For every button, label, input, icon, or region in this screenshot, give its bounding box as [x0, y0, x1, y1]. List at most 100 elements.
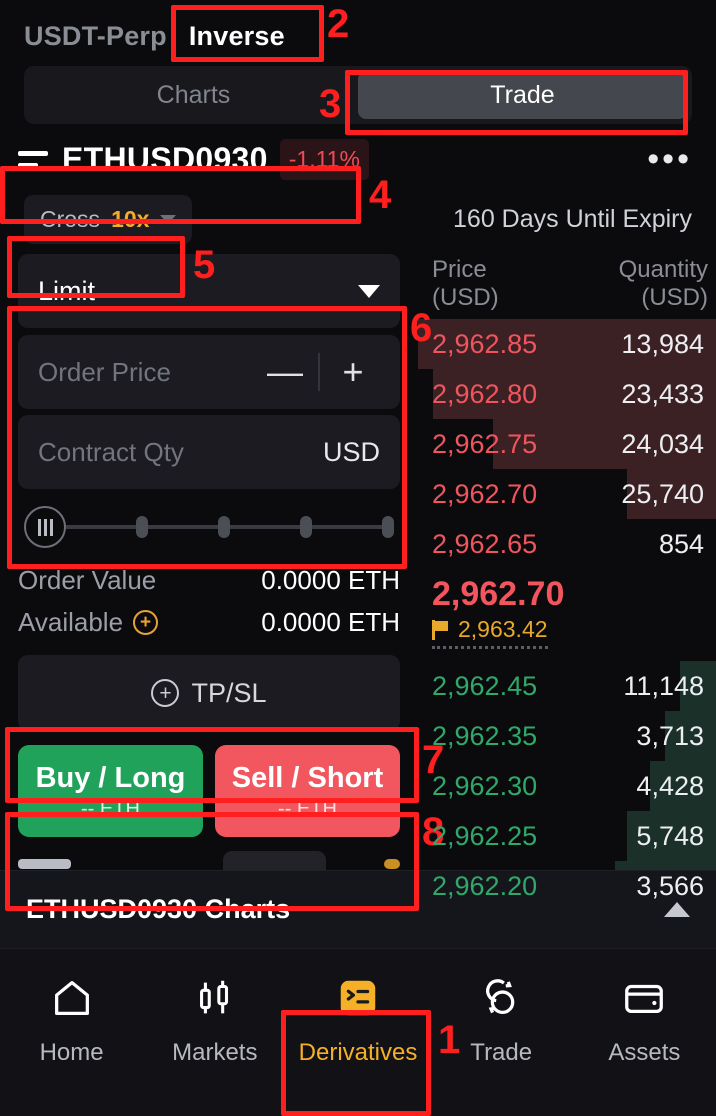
- order-book-price: 2,962.20: [432, 870, 538, 901]
- order-book-qty-header: Quantity (USD): [618, 256, 708, 311]
- symbol-row: ETHUSD0930 -1.11% •••: [0, 124, 716, 186]
- ask-row[interactable]: 2,962.85 13,984: [418, 319, 716, 370]
- switch-charts[interactable]: Charts: [29, 71, 358, 119]
- swap-circles-icon: [478, 971, 524, 1025]
- tab-derivatives[interactable]: Derivatives: [286, 971, 429, 1067]
- bid-row[interactable]: 2,962.25 5,748: [418, 811, 716, 862]
- expiry-note: 160 Days Until Expiry: [453, 204, 692, 233]
- slider-tick[interactable]: [382, 516, 394, 538]
- tpsl-button[interactable]: + TP/SL: [18, 655, 400, 731]
- buy-long-button[interactable]: Buy / Long -- ETH: [18, 745, 203, 837]
- mark-price-row[interactable]: 2,963.42: [432, 616, 548, 650]
- slider-track[interactable]: [66, 525, 136, 529]
- slider-track[interactable]: [230, 525, 300, 529]
- order-book-price-header: Price (USD): [432, 256, 499, 311]
- order-book-quantity: 11,148: [623, 670, 704, 701]
- tab-usdt-perp[interactable]: USDT-Perp: [24, 21, 167, 52]
- order-price-field[interactable]: Order Price — +: [18, 335, 400, 409]
- trade-body: Limit Order Price — + Contract Qty USD O…: [0, 248, 716, 912]
- available-row: Available + 0.0000 ETH: [18, 601, 400, 643]
- order-price-placeholder: Order Price: [38, 356, 171, 387]
- tab-markets[interactable]: Markets: [143, 971, 286, 1067]
- switch-trade[interactable]: Trade: [358, 71, 687, 119]
- list-icon: [18, 146, 52, 172]
- buy-long-sub: -- ETH: [81, 797, 140, 820]
- available-label: Available: [18, 606, 124, 637]
- order-book-quantity: 3,713: [636, 720, 704, 751]
- home-icon: [49, 971, 95, 1025]
- add-funds-icon[interactable]: +: [133, 609, 159, 635]
- slider-tick[interactable]: [136, 516, 148, 538]
- buy-long-label: Buy / Long: [35, 761, 186, 794]
- sell-short-button[interactable]: Sell / Short -- ETH: [215, 745, 400, 837]
- slider-track[interactable]: [312, 525, 382, 529]
- slider-track[interactable]: [148, 525, 218, 529]
- slider-handle[interactable]: [24, 506, 66, 548]
- order-type-select[interactable]: Limit: [18, 254, 400, 328]
- wallet-icon: [621, 971, 667, 1025]
- stepper-divider: [318, 353, 320, 391]
- app-root: USDT-Perp Inverse Charts Trade ETHUSD093…: [0, 0, 716, 1116]
- bid-row[interactable]: 2,962.45 11,148: [418, 661, 716, 712]
- available-amount: 0.0000 ETH: [261, 606, 400, 637]
- derivatives-icon: [335, 971, 381, 1025]
- tab-assets[interactable]: Assets: [573, 971, 716, 1067]
- order-book-header: Price (USD) Quantity (USD): [418, 252, 716, 311]
- bottom-tab-bar: Home Markets Derivatives Trade Assets: [0, 948, 716, 1116]
- tab-inverse[interactable]: Inverse: [189, 21, 285, 52]
- more-options-icon[interactable]: •••: [647, 142, 692, 176]
- ask-row[interactable]: 2,962.80 23,433: [418, 369, 716, 420]
- order-book-quantity: 5,748: [636, 820, 704, 851]
- buy-sell-row: Buy / Long -- ETH Sell / Short -- ETH: [18, 745, 400, 837]
- order-value-amount: 0.0000 ETH: [261, 564, 400, 595]
- leverage-selector[interactable]: Cross 10x: [24, 194, 193, 244]
- leverage-value: 10x: [111, 205, 150, 232]
- order-value-label: Order Value: [18, 564, 157, 595]
- order-type-value: Limit: [38, 275, 96, 306]
- view-switch-wrap: Charts Trade: [0, 66, 716, 124]
- price-stepper: — +: [258, 353, 380, 391]
- order-book-price: 2,962.70: [432, 478, 538, 509]
- symbol-name[interactable]: ETHUSD0930: [62, 141, 268, 178]
- caret-up-icon[interactable]: [664, 902, 690, 917]
- order-book-quantity: 25,740: [621, 478, 704, 509]
- contract-qty-field[interactable]: Contract Qty USD: [18, 415, 400, 489]
- ask-row[interactable]: 2,962.65 854: [418, 519, 716, 569]
- last-price-block: 2,962.70 2,963.42: [418, 569, 716, 653]
- bid-row[interactable]: 2,962.30 4,428: [418, 761, 716, 812]
- order-book-price: 2,962.30: [432, 770, 538, 801]
- tab-label: Trade: [470, 1039, 533, 1066]
- slider-tick[interactable]: [218, 516, 230, 538]
- order-value-row: Order Value 0.0000 ETH: [18, 559, 400, 601]
- qty-percent-slider[interactable]: [18, 495, 400, 559]
- price-increment-button[interactable]: +: [326, 354, 380, 390]
- price-decrement-button[interactable]: —: [258, 354, 312, 390]
- tab-trade[interactable]: Trade: [430, 971, 573, 1067]
- tab-home[interactable]: Home: [0, 971, 143, 1067]
- mark-price: 2,963.42: [458, 616, 548, 643]
- chevron-down-icon: [358, 284, 380, 298]
- slider-tick[interactable]: [300, 516, 312, 538]
- ask-row[interactable]: 2,962.75 24,034: [418, 419, 716, 470]
- qty-unit-label[interactable]: USD: [323, 437, 380, 468]
- leverage-row: Cross 10x 160 Days Until Expiry: [0, 186, 716, 248]
- clipped-coin-icon: [384, 859, 400, 869]
- charts-collapse-bar[interactable]: ETHUSD0930 Charts: [0, 870, 716, 948]
- order-book-quantity: 854: [658, 528, 704, 559]
- order-book-quantity: 3,566: [636, 870, 704, 901]
- order-book-quantity: 24,034: [621, 428, 704, 459]
- ask-rows: 2,962.85 13,984 2,962.80 23,433 2,962.75 24,0…: [418, 319, 716, 569]
- bid-row[interactable]: 2,962.35 3,713: [418, 711, 716, 762]
- charts-bar-title: ETHUSD0930 Charts: [26, 894, 291, 924]
- order-book-quantity: 4,428: [636, 770, 704, 801]
- order-book-price: 2,962.35: [432, 720, 538, 751]
- order-book: Price (USD) Quantity (USD) 2,962.85 13,98…: [418, 248, 716, 912]
- candlestick-icon: [192, 971, 238, 1025]
- flag-icon: [432, 619, 450, 640]
- order-book-price: 2,962.80: [432, 378, 538, 409]
- order-book-price: 2,962.65: [432, 528, 538, 559]
- ask-row[interactable]: 2,962.70 25,740: [418, 469, 716, 520]
- contract-qty-placeholder: Contract Qty: [38, 436, 184, 467]
- symbol-change-badge: -1.11%: [279, 138, 369, 180]
- order-book-price: 2,962.85: [432, 328, 538, 359]
